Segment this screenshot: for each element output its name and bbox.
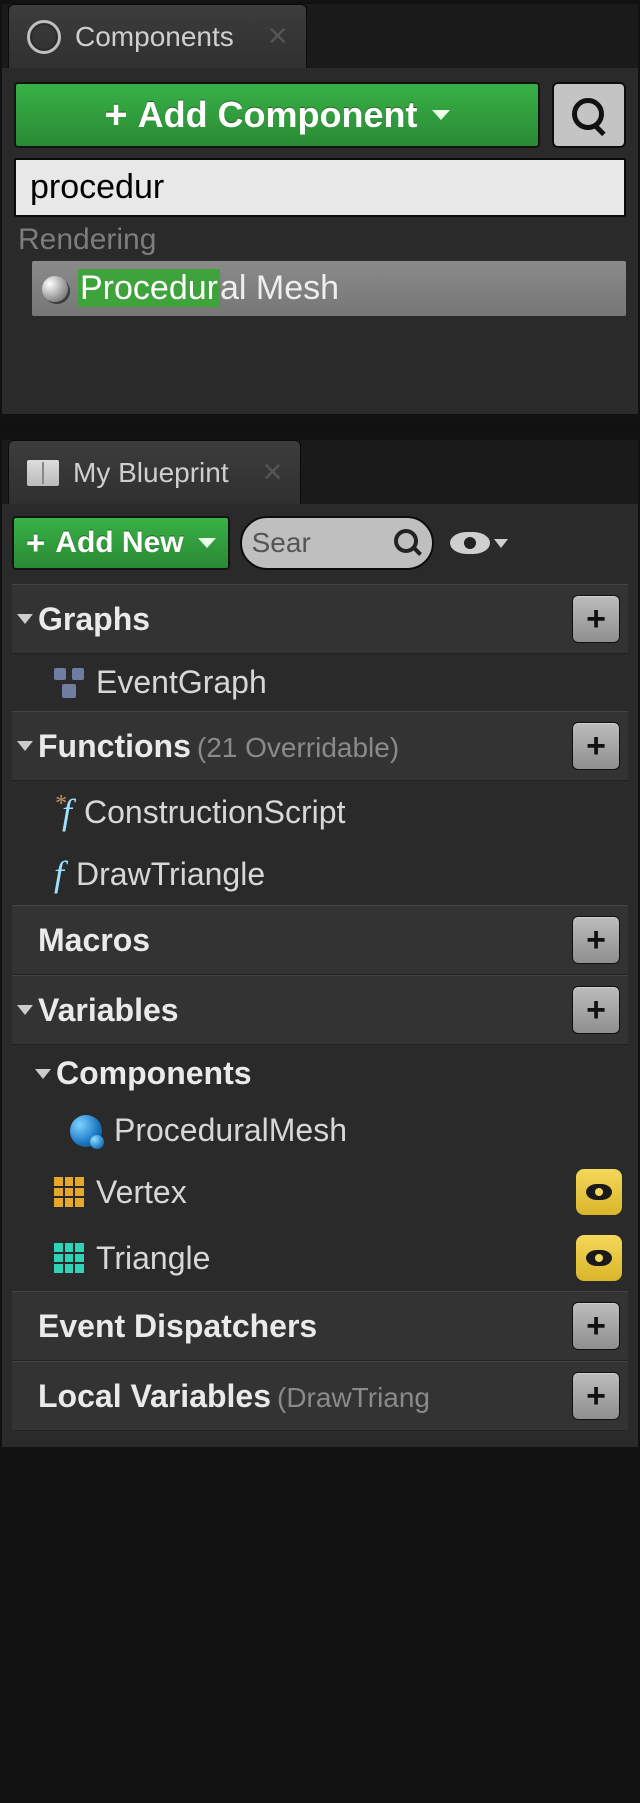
category-label: Event Dispatchers: [38, 1308, 317, 1345]
book-icon: [27, 460, 59, 486]
graph-icon: [54, 668, 84, 698]
component-search-input[interactable]: [14, 158, 626, 217]
search-button[interactable]: [552, 82, 626, 148]
component-icon: [70, 1115, 102, 1147]
category-functions[interactable]: Functions (21 Overridable) +: [12, 711, 628, 781]
item-label: ConstructionScript: [84, 794, 345, 831]
chevron-down-icon: [432, 110, 450, 120]
add-component-button[interactable]: + Add Component: [14, 82, 540, 148]
blueprint-tab-bar: My Blueprint ×: [2, 440, 638, 504]
expand-icon: [17, 741, 33, 751]
add-dispatcher-button[interactable]: +: [572, 1302, 620, 1350]
visibility-toggle[interactable]: [576, 1235, 622, 1281]
search-icon: [394, 529, 422, 557]
category-local-variables[interactable]: Local Variables (DrawTriang +: [12, 1361, 628, 1431]
blueprint-toolbar: + Add New Sear: [2, 504, 638, 580]
item-event-graph[interactable]: EventGraph: [12, 654, 628, 711]
add-variable-button[interactable]: +: [572, 986, 620, 1034]
blueprint-tree: Graphs + EventGraph Functions (21 Overri…: [2, 580, 638, 1447]
array-icon: [54, 1177, 84, 1207]
eye-icon: [586, 1184, 612, 1200]
eye-icon: [450, 532, 490, 554]
expand-icon: [17, 614, 33, 624]
add-component-dropdown: Rendering Procedural Mesh: [2, 158, 638, 324]
item-label: DrawTriangle: [76, 856, 265, 893]
chevron-down-icon: [494, 539, 508, 548]
add-new-button[interactable]: + Add New: [12, 516, 230, 570]
expand-icon: [35, 1069, 51, 1079]
add-local-variable-button[interactable]: +: [572, 1372, 620, 1420]
category-label: Local Variables: [38, 1378, 271, 1415]
eye-icon: [586, 1250, 612, 1266]
category-graphs[interactable]: Graphs +: [12, 584, 628, 654]
close-icon[interactable]: ×: [263, 453, 283, 492]
function-override-icon: f: [54, 791, 72, 833]
item-label: Vertex: [96, 1174, 187, 1211]
item-draw-triangle[interactable]: f DrawTriangle: [12, 843, 628, 905]
add-graph-button[interactable]: +: [572, 595, 620, 643]
add-component-label: Add Component: [138, 94, 418, 136]
category-sublabel: (DrawTriang: [277, 1382, 430, 1414]
my-blueprint-panel: My Blueprint × + Add New Sear Graphs + E…: [0, 438, 640, 1449]
array-icon: [54, 1243, 84, 1273]
chevron-down-icon: [198, 538, 216, 548]
subcategory-components[interactable]: Components: [12, 1045, 628, 1102]
mesh-icon: [42, 276, 68, 302]
components-tab[interactable]: Components ×: [8, 4, 307, 68]
category-label: Variables: [38, 992, 179, 1029]
category-sublabel: (21 Overridable): [197, 732, 399, 764]
category-label: Macros: [38, 922, 150, 959]
category-macros[interactable]: Macros +: [12, 905, 628, 975]
category-label: Graphs: [38, 601, 150, 638]
result-category-label: Rendering: [14, 217, 626, 261]
item-label: Triangle: [96, 1240, 210, 1277]
add-macro-button[interactable]: +: [572, 916, 620, 964]
search-placeholder: Sear: [252, 527, 388, 559]
item-procedural-mesh[interactable]: ProceduralMesh: [12, 1102, 628, 1159]
search-icon: [570, 96, 608, 134]
category-variables[interactable]: Variables +: [12, 975, 628, 1045]
item-label: EventGraph: [96, 664, 267, 701]
add-new-label: Add New: [55, 526, 183, 560]
components-tab-label: Components: [75, 21, 234, 53]
subcategory-label: Components: [56, 1055, 252, 1092]
result-procedural-mesh[interactable]: Procedural Mesh: [32, 261, 626, 316]
components-toolbar: + Add Component: [2, 68, 638, 158]
blueprint-tab-label: My Blueprint: [73, 457, 229, 489]
components-tab-bar: Components ×: [2, 4, 638, 68]
function-icon: f: [54, 853, 64, 895]
category-event-dispatchers[interactable]: Event Dispatchers +: [12, 1291, 628, 1361]
close-icon[interactable]: ×: [268, 17, 288, 56]
visibility-toggle[interactable]: [576, 1169, 622, 1215]
match-highlight: Procedur: [78, 269, 220, 307]
category-label: Functions: [38, 728, 191, 765]
result-label: Procedural Mesh: [78, 269, 339, 308]
visibility-filter-button[interactable]: [444, 516, 514, 570]
blueprint-tab[interactable]: My Blueprint ×: [8, 440, 301, 504]
item-construction-script[interactable]: f ConstructionScript: [12, 781, 628, 843]
components-panel: Components × + Add Component Rendering P…: [0, 2, 640, 416]
expand-icon: [17, 1005, 33, 1015]
item-triangle[interactable]: Triangle: [12, 1225, 628, 1291]
add-function-button[interactable]: +: [572, 722, 620, 770]
item-label: ProceduralMesh: [114, 1112, 347, 1149]
gear-icon: [27, 20, 61, 54]
item-vertex[interactable]: Vertex: [12, 1159, 628, 1225]
blueprint-search-input[interactable]: Sear: [240, 516, 434, 570]
